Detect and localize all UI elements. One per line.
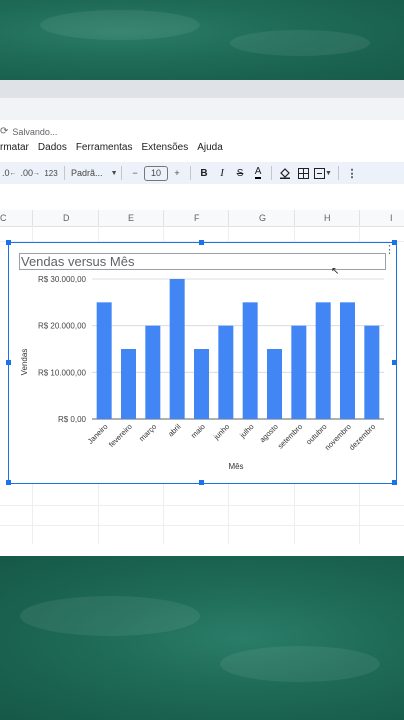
toolbar-divider bbox=[121, 166, 123, 180]
font-size-input[interactable]: 10 bbox=[144, 165, 169, 181]
resize-handle[interactable] bbox=[199, 480, 204, 485]
column-header-i[interactable]: I bbox=[390, 213, 393, 223]
toolbar: .0 ← .00 → 123 Padrã... ▼ − 10 + B I S A ▼ … bbox=[0, 162, 404, 184]
font-select-value: Padrã... bbox=[71, 168, 103, 178]
chevron-down-icon: ▼ bbox=[110, 169, 118, 177]
borders-icon bbox=[297, 167, 309, 179]
column-headers: C D E F G H I bbox=[0, 210, 404, 227]
column-divider[interactable] bbox=[163, 210, 164, 226]
italic-button[interactable]: I bbox=[213, 164, 231, 182]
column-divider[interactable] bbox=[359, 210, 360, 226]
toolbar-divider bbox=[271, 166, 273, 180]
chalkboard-top bbox=[0, 0, 404, 80]
number-format-button[interactable]: 123 bbox=[42, 164, 60, 182]
decrease-decimal-label: .0 bbox=[2, 168, 10, 178]
resize-handle[interactable] bbox=[392, 480, 397, 485]
column-header-h[interactable]: H bbox=[324, 213, 331, 223]
column-divider[interactable] bbox=[228, 210, 229, 226]
resize-handle[interactable] bbox=[392, 360, 397, 365]
bold-button[interactable]: B bbox=[195, 164, 213, 182]
menu-extensions[interactable]: Extensões bbox=[142, 142, 189, 158]
column-header-d[interactable]: D bbox=[63, 213, 70, 223]
column-divider[interactable] bbox=[98, 210, 99, 226]
column-header-c[interactable]: C bbox=[0, 213, 7, 223]
save-status-text: Salvando... bbox=[12, 126, 58, 137]
chart-container[interactable] bbox=[8, 242, 397, 484]
text-color-button[interactable]: A bbox=[249, 164, 267, 182]
increase-decimal-label: .00 bbox=[20, 168, 34, 178]
chalkboard-bottom bbox=[0, 556, 404, 720]
mouse-cursor-icon: ↖ bbox=[331, 266, 340, 277]
sync-icon: ⟳ bbox=[0, 126, 9, 137]
more-options-icon[interactable]: ⋮ bbox=[343, 164, 361, 182]
toolbar-divider bbox=[337, 166, 339, 180]
fill-color-button[interactable] bbox=[276, 164, 294, 182]
resize-handle[interactable] bbox=[6, 480, 11, 485]
menu-tools[interactable]: Ferramentas bbox=[76, 142, 133, 158]
chalk-smudge bbox=[40, 10, 200, 40]
merge-cells-button[interactable]: ▼ bbox=[312, 164, 334, 182]
chalk-smudge bbox=[20, 596, 200, 636]
font-select[interactable]: Padrã... ▼ bbox=[69, 164, 117, 182]
decrease-font-size-button[interactable]: − bbox=[126, 164, 144, 182]
menu-format[interactable]: rmatar bbox=[0, 142, 29, 158]
resize-handle[interactable] bbox=[6, 360, 11, 365]
menu-help[interactable]: Ajuda bbox=[197, 142, 223, 158]
column-divider[interactable] bbox=[294, 210, 295, 226]
chalk-smudge bbox=[220, 646, 380, 682]
increase-decimal-button[interactable]: .00 → bbox=[19, 164, 43, 182]
chart-menu-icon[interactable]: ⋮ bbox=[384, 245, 395, 256]
strikethrough-button[interactable]: S bbox=[231, 164, 249, 182]
merge-cells-icon bbox=[314, 167, 326, 179]
resize-handle[interactable] bbox=[199, 240, 204, 245]
text-color-label: A bbox=[254, 166, 262, 179]
decrease-decimal-button[interactable]: .0 ← bbox=[0, 164, 19, 182]
column-header-f[interactable]: F bbox=[194, 213, 200, 223]
browser-address-bar bbox=[0, 98, 404, 120]
grid-line bbox=[0, 525, 404, 526]
resize-handle[interactable] bbox=[6, 240, 11, 245]
chevron-down-icon: ▼ bbox=[325, 169, 332, 177]
grid-line bbox=[0, 505, 404, 506]
menu-bar: rmatar Dados Ferramentas Extensões Ajuda bbox=[0, 142, 223, 158]
chalk-smudge bbox=[230, 30, 370, 56]
toolbar-divider bbox=[190, 166, 192, 180]
save-status: ⟳ Salvando... bbox=[0, 126, 57, 137]
borders-button[interactable] bbox=[294, 164, 312, 182]
toolbar-divider bbox=[64, 166, 66, 180]
column-divider[interactable] bbox=[32, 210, 33, 226]
menu-data[interactable]: Dados bbox=[38, 142, 67, 158]
column-header-g[interactable]: G bbox=[259, 213, 266, 223]
increase-font-size-button[interactable]: + bbox=[168, 164, 186, 182]
paint-bucket-icon bbox=[280, 168, 291, 179]
browser-tab-strip bbox=[0, 80, 404, 98]
column-header-e[interactable]: E bbox=[128, 213, 134, 223]
